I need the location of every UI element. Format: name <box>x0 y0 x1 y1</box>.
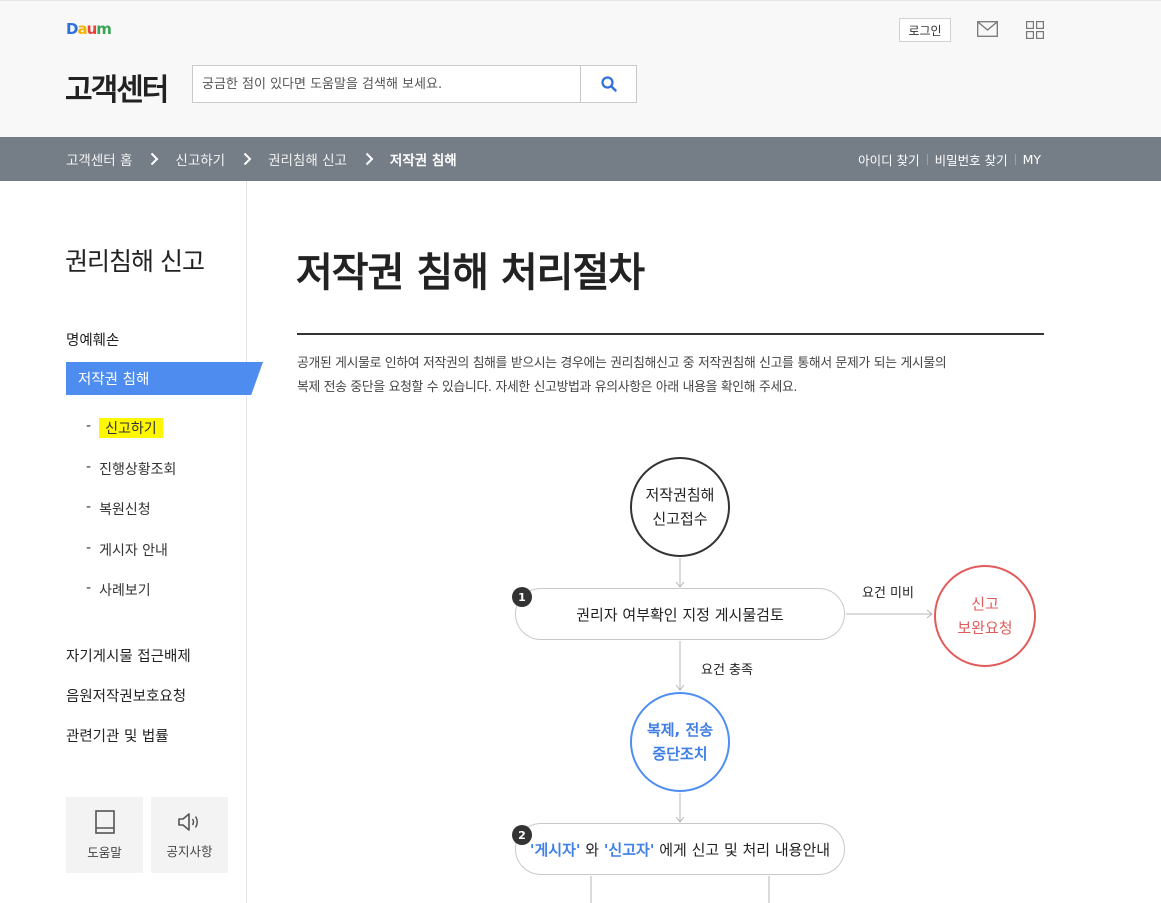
description-line: 복제 전송 중단을 요청할 수 있습니다. 자세한 신고방법과 유의사항은 아래… <box>297 380 798 395</box>
dash: - <box>86 418 92 434</box>
logo-letter: u <box>86 20 98 38</box>
step-number-badge: 1 <box>512 587 532 607</box>
util-links: 아이디 찾기 비밀번호 찾기 MY <box>858 137 1041 181</box>
login-button[interactable]: 로그인 <box>899 18 951 42</box>
page-title: 저작권 침해 처리절차 <box>296 250 645 296</box>
breadcrumb: 고객센터 홈 신고하기 권리침해 신고 저작권 침해 <box>66 137 457 181</box>
dash: - <box>86 459 92 475</box>
sidebar-item-copyright[interactable]: 저작권 침해 <box>66 362 263 395</box>
apps-grid-icon[interactable] <box>1026 21 1044 39</box>
node-line: 신고 <box>971 595 999 613</box>
dash: - <box>86 540 92 556</box>
sub-item-label: 복원신청 <box>99 502 151 518</box>
my-link[interactable]: MY <box>1023 152 1041 167</box>
flow-label-fail: 요건 미비 <box>862 586 914 601</box>
sidebar-item-related-law[interactable]: 관련기관 및 법률 <box>66 725 169 746</box>
sub-item-report[interactable]: - 신고하기 <box>86 418 163 438</box>
book-icon <box>94 809 115 834</box>
sub-item-restore[interactable]: - 복원신청 <box>86 499 151 519</box>
top-header: Daum 고객센터 로그인 <box>0 0 1161 137</box>
node-line: 중단조치 <box>652 745 708 763</box>
sub-item-label: 진행상황조회 <box>99 462 177 478</box>
find-id-link[interactable]: 아이디 찾기 <box>858 150 919 169</box>
divider <box>926 153 928 165</box>
sidebar-item-self-post-exclusion[interactable]: 자기게시물 접근배제 <box>66 645 191 666</box>
speaker-icon <box>177 812 198 831</box>
step-label: 권리자 여부확인 지정 게시물검토 <box>576 605 784 624</box>
breadcrumb-report[interactable]: 신고하기 <box>175 149 225 169</box>
description-line: 공개된 게시물로 인하여 저작권의 침해를 받으시는 경우에는 권리침해신고 중… <box>297 356 947 371</box>
search-input[interactable] <box>193 66 580 102</box>
flow-reject-node: 신고 보완요청 <box>934 565 1036 667</box>
dash: - <box>86 580 92 596</box>
chevron-right-icon <box>365 152 374 166</box>
daum-logo[interactable]: Daum <box>66 20 112 38</box>
sub-item-status[interactable]: - 진행상황조회 <box>86 459 176 479</box>
node-line: 보완요청 <box>957 619 1013 637</box>
flow-stop-node: 복제, 전송 중단조치 <box>630 692 730 792</box>
shortcut-label: 도움말 <box>87 844 122 860</box>
breadcrumb-current: 저작권 침해 <box>389 153 457 169</box>
step-label-and: 와 <box>580 840 604 859</box>
divider <box>1014 153 1016 165</box>
step-number-badge: 2 <box>512 825 532 845</box>
logo-letter: D <box>66 20 78 38</box>
shortcut-label: 공지사항 <box>166 843 213 859</box>
sub-item-label: 신고하기 <box>99 418 163 438</box>
sub-item-poster-guide[interactable]: - 게시자 안내 <box>86 540 168 560</box>
title-divider <box>297 333 1044 335</box>
node-line: 복제, 전송 <box>646 721 714 739</box>
step-label-poster: '게시자' <box>529 840 581 859</box>
chevron-right-icon <box>150 152 159 166</box>
breadcrumb-home[interactable]: 고객센터 홈 <box>66 149 132 169</box>
search-box <box>192 65 637 103</box>
node-line: 신고접수 <box>652 510 708 528</box>
sidebar-item-defamation[interactable]: 명예훼손 <box>66 329 119 350</box>
breadcrumb-bar: 고객센터 홈 신고하기 권리침해 신고 저작권 침해 아이디 찾기 비밀번호 찾… <box>0 137 1161 181</box>
flow-start-node: 저작권침해 신고접수 <box>630 457 730 557</box>
mail-icon[interactable] <box>977 21 998 37</box>
sidebar-title: 권리침해 신고 <box>65 247 205 276</box>
step-label-reporter: '신고자' <box>603 840 655 859</box>
search-icon <box>600 76 617 92</box>
flow-step-1: 권리자 여부확인 지정 게시물검토 <box>515 588 845 640</box>
breadcrumb-rights-infringement[interactable]: 권리침해 신고 <box>268 149 347 169</box>
sub-item-label: 게시자 안내 <box>99 543 168 559</box>
help-shortcut[interactable]: 도움말 <box>66 797 143 873</box>
sub-item-cases[interactable]: - 사례보기 <box>86 580 151 600</box>
flow-label-pass: 요건 충족 <box>701 663 753 678</box>
sidebar-item-label: 저작권 침해 <box>78 372 150 388</box>
sidebar: 권리침해 신고 명예훼손 저작권 침해 - 신고하기 - 진행상황조회 - 복원… <box>0 181 263 903</box>
find-password-link[interactable]: 비밀번호 찾기 <box>935 150 1008 169</box>
page-description: 공개된 게시물로 인하여 저작권의 침해를 받으시는 경우에는 권리침해신고 중… <box>297 352 1037 400</box>
site-title[interactable]: 고객센터 <box>65 65 169 109</box>
notice-shortcut[interactable]: 공지사항 <box>151 797 228 873</box>
sidebar-item-music-copyright[interactable]: 음원저작권보호요청 <box>66 685 186 706</box>
logo-letter: m <box>96 20 112 38</box>
sub-item-label: 사례보기 <box>99 583 151 599</box>
search-button[interactable] <box>580 66 636 102</box>
logo-letter: a <box>77 20 87 38</box>
chevron-right-icon <box>243 152 252 166</box>
flow-step-2: '게시자' 와 '신고자' 에게 신고 및 처리 내용안내 <box>515 823 845 875</box>
node-line: 저작권침해 <box>645 486 715 504</box>
step-label-rest: 에게 신고 및 처리 내용안내 <box>654 840 831 859</box>
dash: - <box>86 499 92 515</box>
